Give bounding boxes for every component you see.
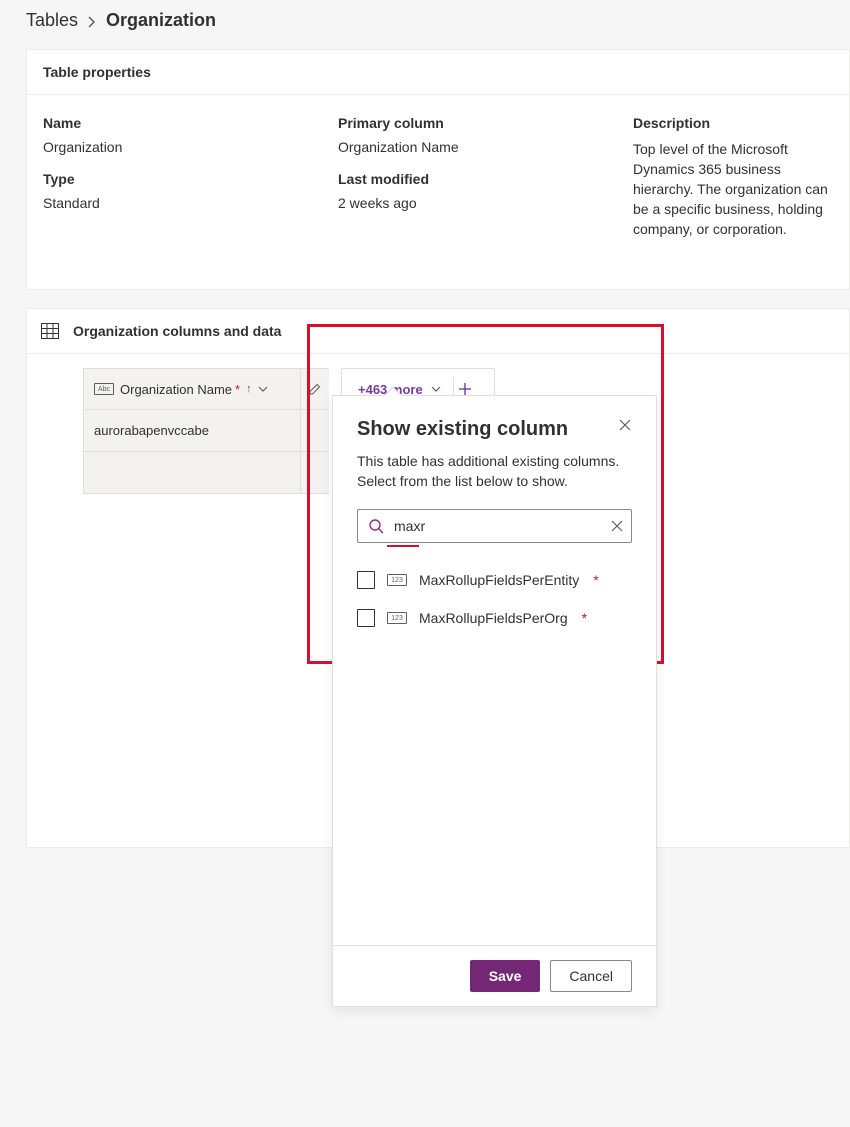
spellcheck-underline — [387, 545, 419, 547]
table-cell[interactable]: aurorabapenvccabe — [83, 410, 301, 452]
last-modified-label: Last modified — [338, 171, 593, 187]
edit-column-button[interactable] — [301, 368, 329, 410]
breadcrumb-current: Organization — [106, 10, 216, 31]
checkbox[interactable] — [357, 609, 375, 627]
primary-column-value: Organization Name — [338, 139, 593, 155]
table-icon — [41, 323, 59, 339]
required-indicator: * — [582, 610, 587, 626]
number-type-icon: 123 — [387, 612, 407, 624]
chevron-right-icon — [88, 16, 96, 28]
table-properties-card: Table properties Name Organization Type … — [26, 49, 850, 290]
breadcrumb: Tables Organization — [26, 10, 850, 31]
type-label: Type — [43, 171, 298, 187]
cancel-button[interactable]: Cancel — [550, 960, 632, 992]
columns-card-title: Organization columns and data — [73, 323, 281, 339]
save-button[interactable]: Save — [470, 960, 541, 992]
columns-card-header: Organization columns and data — [27, 309, 849, 354]
column-option-label: MaxRollupFieldsPerEntity — [419, 572, 579, 588]
description-value: Top level of the Microsoft Dynamics 365 … — [633, 139, 833, 239]
show-existing-column-flyout: Show existing column This table has addi… — [332, 395, 657, 1007]
name-label: Name — [43, 115, 298, 131]
flyout-subtitle: This table has additional existing colum… — [357, 451, 632, 491]
type-value: Standard — [43, 195, 298, 211]
required-indicator: * — [593, 572, 598, 588]
flyout-title: Show existing column — [357, 418, 568, 441]
search-box[interactable] — [357, 509, 632, 543]
column-option[interactable]: 123 MaxRollupFieldsPerOrg * — [357, 599, 632, 637]
search-input[interactable] — [392, 517, 603, 535]
primary-column-label: Primary column — [338, 115, 593, 131]
checkbox[interactable] — [357, 571, 375, 589]
breadcrumb-root[interactable]: Tables — [26, 10, 78, 31]
chevron-down-icon[interactable] — [258, 386, 268, 392]
search-icon — [368, 518, 384, 534]
sort-ascending-icon: ↑ — [246, 383, 252, 395]
clear-search-button[interactable] — [611, 520, 623, 532]
add-column-button[interactable] — [458, 382, 494, 396]
number-type-icon: 123 — [387, 574, 407, 586]
last-modified-value: 2 weeks ago — [338, 195, 593, 211]
column-header-label: Organization Name — [120, 382, 232, 397]
column-option[interactable]: 123 MaxRollupFieldsPerEntity * — [357, 561, 632, 599]
column-option-label: MaxRollupFieldsPerOrg — [419, 610, 568, 626]
required-indicator: * — [235, 382, 240, 397]
table-cell-edge — [301, 452, 329, 494]
chevron-down-icon — [431, 386, 441, 392]
description-label: Description — [633, 115, 833, 131]
table-cell-empty[interactable] — [83, 452, 301, 494]
name-value: Organization — [43, 139, 298, 155]
table-properties-header: Table properties — [27, 50, 849, 95]
close-button[interactable] — [618, 418, 632, 432]
table-cell-edge — [301, 410, 329, 452]
text-type-icon: Abc — [94, 383, 114, 395]
column-header-organization-name[interactable]: Abc Organization Name * ↑ — [83, 368, 301, 410]
